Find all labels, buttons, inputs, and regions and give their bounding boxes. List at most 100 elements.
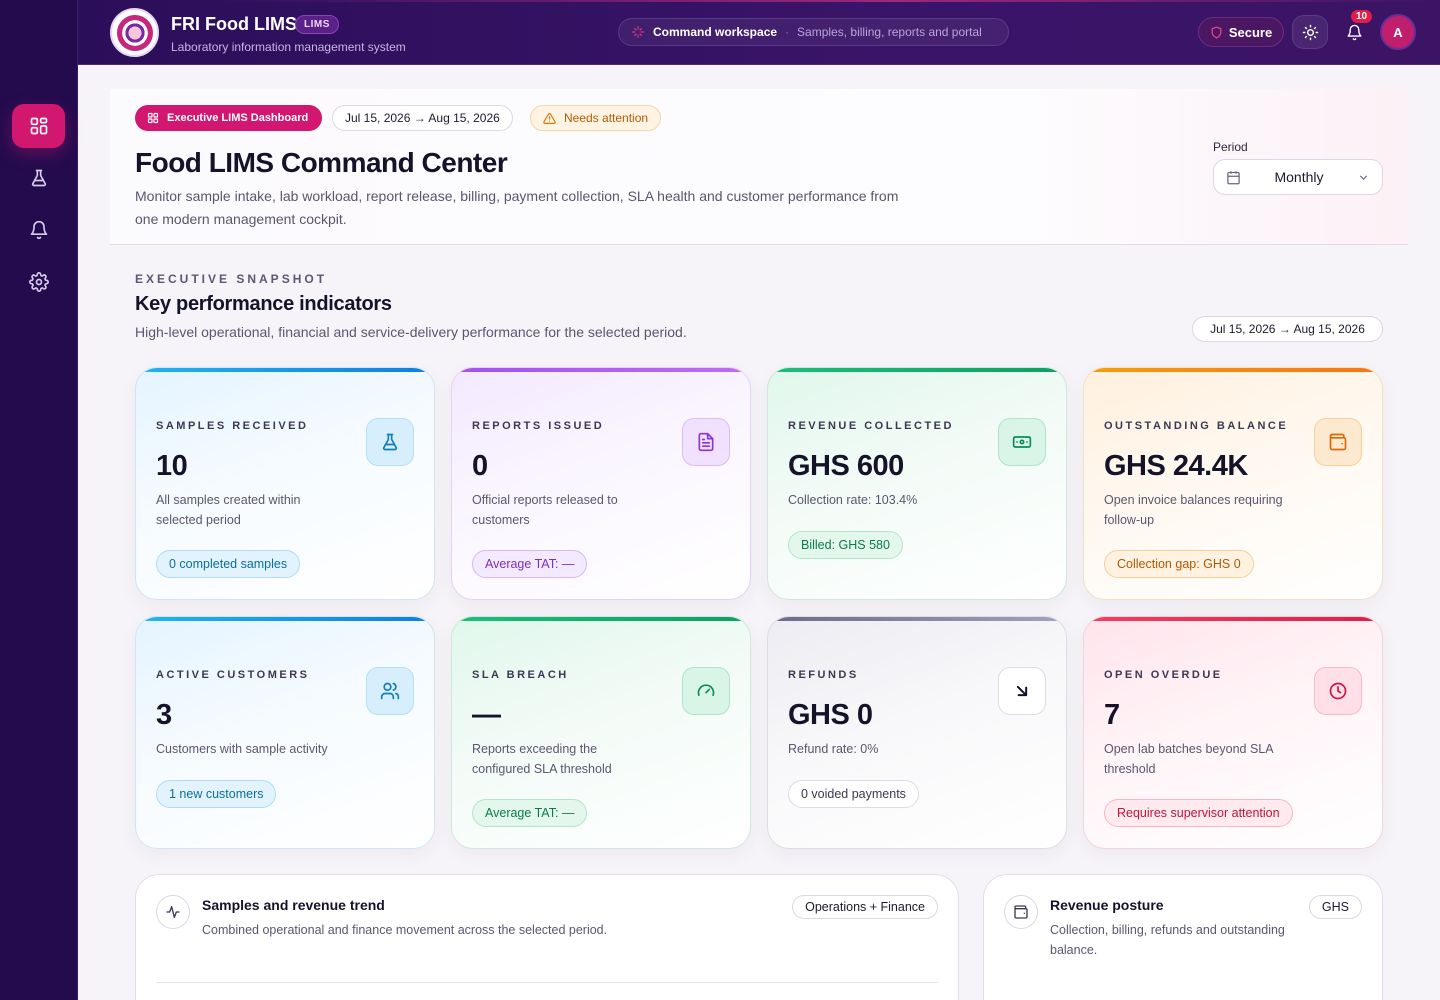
snapshot-date-range: Jul 15, 2026 → Aug 15, 2026 [1192, 316, 1383, 342]
page-title: Food LIMS Command Center [135, 147, 508, 178]
sidebar [0, 0, 78, 1000]
kpi-chip: Average TAT: — [472, 799, 588, 827]
period-select[interactable]: Monthly [1213, 159, 1383, 195]
wallet-icon [1314, 418, 1362, 466]
kpi-description: Collection rate: 103.4% [788, 493, 918, 507]
gauge-icon [682, 667, 730, 715]
sun-icon [1302, 24, 1318, 40]
activity-icon [156, 895, 190, 929]
page-description: Monitor sample intake, lab workload, rep… [135, 188, 899, 227]
arrow-down-right-icon [998, 667, 1046, 715]
bell-icon [30, 220, 47, 240]
bell-icon [1346, 24, 1362, 40]
panel-tag: Operations + Finance [792, 895, 938, 919]
kpi-value: GHS 0 [788, 699, 873, 731]
kpi-description: All samples created within selected peri… [156, 493, 301, 527]
app-logo[interactable] [110, 8, 159, 57]
kpi-chip: Billed: GHS 580 [788, 531, 903, 559]
workspace-subtitle: Samples, billing, reports and portal [797, 25, 982, 39]
secure-label: Secure [1228, 24, 1273, 40]
kpi-chip: Requires supervisor attention [1104, 799, 1293, 827]
section-eyebrow: EXECUTIVE SNAPSHOT [135, 272, 328, 286]
chevron-down-icon [1359, 174, 1368, 180]
sparkle-icon [632, 26, 644, 38]
banknote-icon [998, 418, 1046, 466]
panel-description: Combined operational and finance movemen… [202, 923, 608, 937]
period-value: Monthly [1274, 169, 1324, 185]
kpi-label: REFUNDS [788, 669, 859, 681]
dashboard-header: Executive LIMS Dashboard Jul 15, 2026 → … [110, 89, 1408, 245]
kpi-card-active-customers[interactable]: ACTIVE CUSTOMERS 3 Customers with sample… [135, 616, 435, 849]
workspace-switcher[interactable]: Command workspace · Samples, billing, re… [618, 18, 1009, 46]
kpi-card-sla-breach[interactable]: SLA BREACH — Reports exceeding the confi… [451, 616, 751, 849]
kpi-chip: 0 completed samples [156, 550, 301, 578]
kpi-value: GHS 24.4K [1104, 450, 1248, 482]
divider [156, 982, 938, 983]
kpi-chip: Collection gap: GHS 0 [1104, 550, 1254, 578]
kpi-value: GHS 600 [788, 450, 904, 482]
kpi-value: 10 [156, 450, 188, 482]
secure-badge[interactable]: Secure [1198, 17, 1284, 47]
workspace-title: Command workspace [653, 25, 778, 39]
flask-icon [31, 169, 46, 187]
kpi-label: SAMPLES RECEIVED [156, 420, 309, 432]
kpi-card-refunds[interactable]: REFUNDS GHS 0 Refund rate: 0% 0 voided p… [767, 616, 1067, 849]
workspace-separator: · [785, 25, 790, 39]
kpi-description: Reports exceeding the configured SLA thr… [472, 742, 612, 776]
kpi-description: Customers with sample activity [156, 742, 328, 756]
kpi-card-open-overdue[interactable]: OPEN OVERDUE 7 Open lab batches beyond S… [1083, 616, 1383, 849]
app-badge: LIMS [295, 15, 339, 34]
user-avatar[interactable]: A [1380, 14, 1416, 50]
dashboard-type-pill: Executive LIMS Dashboard [135, 105, 323, 131]
kpi-value: 7 [1104, 699, 1120, 731]
kpi-chip: Average TAT: — [472, 550, 588, 578]
kpi-label: REVENUE COLLECTED [788, 420, 954, 432]
date-range-pill: Jul 15, 2026 → Aug 15, 2026 [332, 105, 513, 131]
currency-tag: GHS [1308, 895, 1362, 919]
notification-count-badge: 10 [1351, 10, 1373, 23]
top-bar: FRI Food LIMS LIMS Laboratory informatio… [78, 0, 1440, 65]
wallet-icon [1004, 895, 1038, 929]
samples-revenue-trend-panel: Samples and revenue trend Combined opera… [135, 874, 959, 1000]
panel-description: Collection, billing, refunds and outstan… [1050, 923, 1285, 957]
kpi-value: 0 [472, 450, 488, 482]
sidebar-item-lab[interactable] [12, 156, 65, 200]
kpi-description: Open lab batches beyond SLA threshold [1104, 742, 1273, 776]
status-badge: Needs attention [530, 105, 662, 131]
panel-title: Samples and revenue trend [202, 897, 385, 913]
dashboard-icon [147, 112, 159, 124]
kpi-chip: 0 voided payments [788, 780, 919, 808]
document-icon [682, 418, 730, 466]
section-description: High-level operational, financial and se… [135, 324, 687, 340]
kpi-label: OPEN OVERDUE [1104, 669, 1223, 681]
sidebar-item-settings[interactable] [12, 260, 65, 304]
panel-title: Revenue posture [1050, 897, 1164, 913]
clock-icon [1314, 667, 1362, 715]
sidebar-item-dashboard[interactable] [12, 104, 65, 148]
period-label: Period [1213, 140, 1248, 154]
kpi-card-samples-received[interactable]: SAMPLES RECEIVED 10 All samples created … [135, 367, 435, 600]
status-label: Needs attention [564, 111, 649, 125]
kpi-label: REPORTS ISSUED [472, 420, 605, 432]
theme-toggle-button[interactable] [1292, 15, 1328, 49]
app-name: FRI Food LIMS [171, 14, 297, 34]
kpi-value: 3 [156, 699, 172, 731]
gear-icon [28, 272, 49, 292]
kpi-chip: 1 new customers [156, 780, 277, 808]
kpi-value: — [472, 699, 501, 731]
kpi-description: Official reports released to customers [472, 493, 618, 527]
kpi-card-revenue-collected[interactable]: REVENUE COLLECTED GHS 600 Collection rat… [767, 367, 1067, 600]
warning-icon [543, 112, 556, 124]
shield-icon [1211, 25, 1222, 39]
kpi-label: OUTSTANDING BALANCE [1104, 420, 1289, 432]
sidebar-item-notifications[interactable] [12, 208, 65, 252]
kpi-description: Open invoice balances requiring follow-u… [1104, 493, 1283, 527]
kpi-card-outstanding-balance[interactable]: OUTSTANDING BALANCE GHS 24.4K Open invoi… [1083, 367, 1383, 600]
flask-icon [366, 418, 414, 466]
kpi-card-reports-issued[interactable]: REPORTS ISSUED 0 Official reports releas… [451, 367, 751, 600]
users-icon [366, 667, 414, 715]
kpi-label: SLA BREACH [472, 669, 569, 681]
revenue-posture-panel: Revenue posture Collection, billing, ref… [983, 874, 1383, 1000]
dashboard-type-label: Executive LIMS Dashboard [167, 112, 309, 124]
calendar-icon [1227, 170, 1240, 184]
